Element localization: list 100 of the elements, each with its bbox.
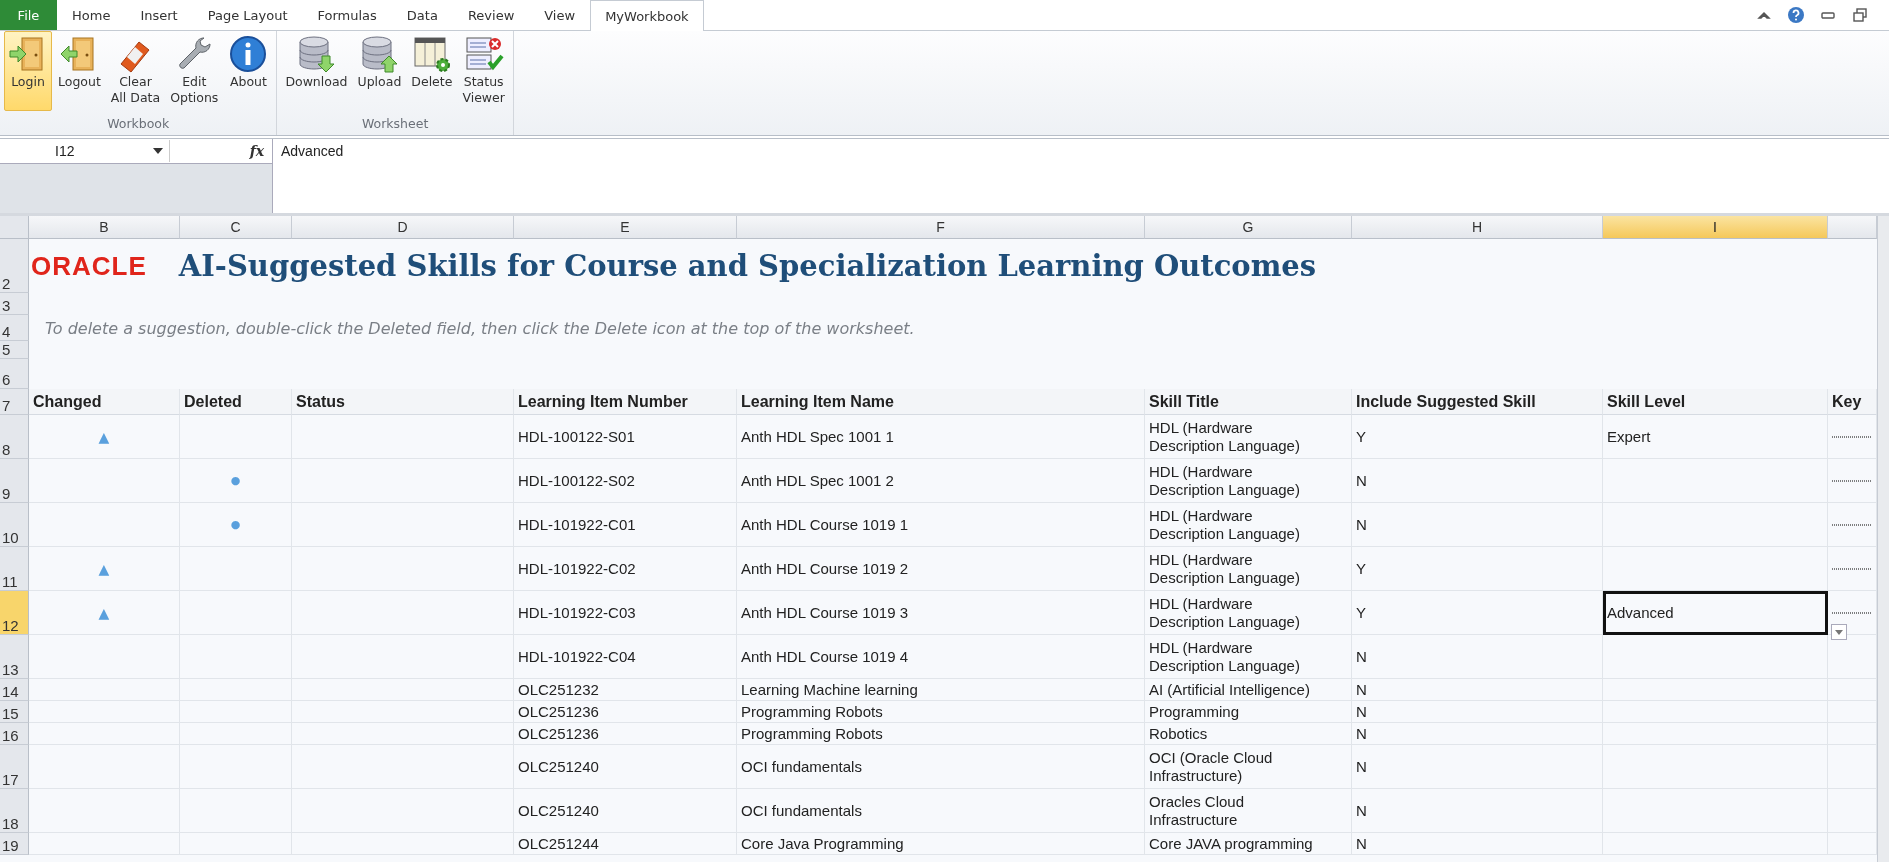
table-cell: HDL (Hardware Description Language) [1145,547,1352,591]
table-cell: HDL-101922-C04 [514,635,737,679]
selected-cell[interactable]: Advanced [1603,591,1828,635]
ribbon-button[interactable]: Login [4,31,52,111]
row-number[interactable]: 6 [0,359,29,389]
ribbon-tab[interactable]: MyWorkbook [590,0,704,31]
ribbon-button[interactable]: Edit Options [166,31,223,111]
column-heading: Changed [29,389,180,415]
table-cell: ● [180,503,292,547]
column-heading: Skill Level [1603,389,1828,415]
table-cell: Oracles Cloud Infrastructure [1145,789,1352,833]
row-number[interactable]: 13 [0,635,29,679]
formula-field[interactable]: Advanced [272,139,1889,213]
row-number[interactable]: 12 [0,591,29,635]
group-label: Worksheet [361,116,429,131]
table-cell: N [1352,745,1603,789]
dropdown-arrow-icon[interactable] [153,148,163,154]
table-cell: Anth HDL Spec 1001 1 [737,415,1145,459]
column-header[interactable]: B [29,216,180,239]
table-cell: N [1352,833,1603,855]
ribbon-button[interactable]: Delete [407,31,457,111]
table-cell: Learning Machine learning [737,679,1145,701]
dropdown-button[interactable] [1831,624,1847,640]
table-cell: HDL-100122-S01 [514,415,737,459]
table-cell: Core Java Programming [737,833,1145,855]
table-cell: ▲ [29,591,180,635]
column-header[interactable]: G [1145,216,1352,239]
file-tab[interactable]: File [0,0,57,30]
table-cell: OLC251240 [514,745,737,789]
ribbon-tab[interactable]: Data [391,0,453,30]
ribbon-tab[interactable]: Home [57,0,126,30]
ribbon-button[interactable]: About [224,31,273,111]
ribbon-button[interactable]: Upload [353,31,406,111]
caret-icon [1835,629,1843,635]
row-number[interactable]: 11 [0,547,29,591]
row-number[interactable]: 3 [0,293,29,315]
ribbon-button[interactable]: Download [281,31,352,111]
row-number[interactable]: 14 [0,679,29,701]
row-number[interactable]: 19 [0,833,29,855]
column-heading: Learning Item Number [514,389,737,415]
ribbon-button[interactable]: Clear All Data [106,31,165,111]
row-number[interactable]: 5 [0,341,29,359]
column-header[interactable]: F [737,216,1145,239]
ribbon-tab[interactable]: Page Layout [192,0,303,30]
row-number[interactable]: 9 [0,459,29,503]
table-cell: Core JAVA programming [1145,833,1352,855]
column-heading: Include Suggested Skill [1352,389,1603,415]
table-cell: N [1352,723,1603,745]
table-cell: Programming [1145,701,1352,723]
column-header[interactable]: D [292,216,514,239]
oracle-logo: ORACLE [31,250,147,282]
column-header[interactable]: C [180,216,292,239]
column-header[interactable]: I [1603,216,1828,239]
table-cell: Y [1352,547,1603,591]
name-box[interactable]: I12 [0,140,170,162]
table-cell: N [1352,789,1603,833]
info-icon [228,34,269,74]
row-number[interactable]: 8 [0,415,29,459]
restore-icon[interactable] [1851,6,1869,24]
table-cell: ▲ [29,547,180,591]
column-header[interactable]: E [514,216,737,239]
column-heading: Status [292,389,514,415]
table-cell: OCI fundamentals [737,789,1145,833]
table-cell: Anth HDL Course 1019 3 [737,591,1145,635]
table-cell: Robotics [1145,723,1352,745]
ribbon-tab[interactable]: Formulas [302,0,392,30]
ribbon-button[interactable]: Status Viewer [458,31,509,111]
table-cell: OCI (Oracle Cloud Infrastructure) [1145,745,1352,789]
ribbon-tab[interactable]: Review [452,0,530,30]
row-number[interactable]: 4 [0,315,29,341]
row-number[interactable]: 10 [0,503,29,547]
column-header[interactable]: H [1352,216,1603,239]
row-number[interactable]: 17 [0,745,29,789]
table-cell: AI (Artificial Intelligence) [1145,679,1352,701]
table-cell: Y [1352,591,1603,635]
table-cell: N [1352,635,1603,679]
help-icon[interactable] [1787,6,1805,24]
ribbon-tab[interactable]: View [529,0,591,30]
vertical-scrollbar[interactable] [1877,216,1889,862]
table-cell: OLC251232 [514,679,737,701]
table-cell: Anth HDL Course 1019 4 [737,635,1145,679]
row-number[interactable]: 18 [0,789,29,833]
table-cell: ▲ [29,415,180,459]
ribbon-tab[interactable]: Insert [125,0,193,30]
table-cell: N [1352,459,1603,503]
instruction-text: To delete a suggestion, double-click the Deleted field, then click the Delete icon at the top of the worksheet. [45,318,915,338]
column-heading: Deleted [180,389,292,415]
row-number[interactable]: 15 [0,701,29,723]
table-cell: OLC251236 [514,701,737,723]
row-number[interactable]: 2 [0,239,29,293]
table-cell: Programming Robots [737,723,1145,745]
group-label: Workbook [107,116,170,131]
table-cell: HDL (Hardware Description Language) [1145,635,1352,679]
ribbon-button[interactable]: Logout [54,31,105,111]
table-cell: Anth HDL Course 1019 2 [737,547,1145,591]
row-number[interactable]: 7 [0,389,29,415]
function-icon[interactable]: fx [249,143,264,159]
table-cell: HDL (Hardware Description Language) [1145,415,1352,459]
row-number[interactable]: 16 [0,723,29,745]
table-cell: Anth HDL Course 1019 1 [737,503,1145,547]
